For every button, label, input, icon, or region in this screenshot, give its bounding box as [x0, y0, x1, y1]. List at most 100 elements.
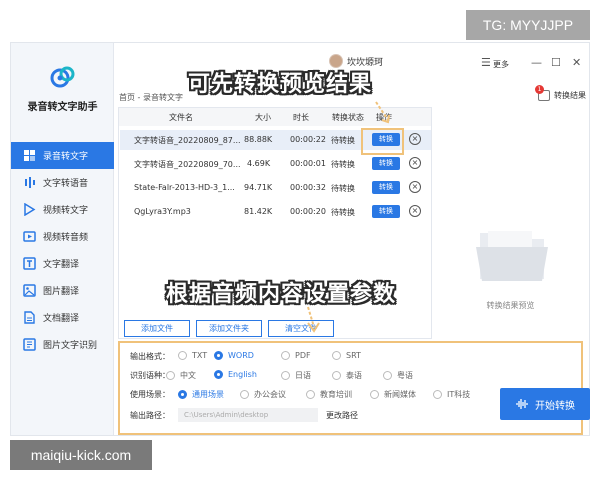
table-row[interactable]: QgLyra3Y.mp3 81.42K 00:00:20 待转换 转换 ×	[120, 202, 431, 222]
radio-icon	[332, 351, 341, 360]
option-label: TXT	[192, 351, 208, 360]
more-button[interactable]: 更多	[493, 59, 509, 70]
radio-icon	[166, 371, 175, 380]
app-logo-icon	[50, 66, 75, 88]
option-label: 日语	[295, 371, 311, 380]
file-name: 文字转语音_20220809_70...	[134, 160, 241, 169]
table-row[interactable]: 文字转语音_20220809_70... 4.69K 00:00:01 待转换 …	[120, 154, 431, 174]
result-count-badge: 1	[535, 85, 544, 94]
nav-label: 文字转语音	[43, 179, 89, 189]
option-label: IT科技	[447, 390, 471, 399]
change-path-button[interactable]: 更改路径	[326, 410, 358, 421]
voice-icon	[22, 176, 36, 190]
scene-option-it[interactable]: IT科技	[433, 389, 470, 400]
format-option-txt[interactable]: TXT	[178, 351, 207, 360]
app-name: 录音转文字助手	[27, 102, 98, 113]
close-icon[interactable]: ✕	[572, 57, 581, 69]
file-status: 待转换	[331, 184, 355, 193]
language-option-english[interactable]: English	[214, 370, 257, 379]
tg-watermark: TG: MYYJJPP	[466, 10, 590, 40]
nav-item-video-to-text[interactable]: 视频转文字	[11, 196, 114, 223]
output-path-field[interactable]: C:\Users\Admin\desktop	[178, 408, 318, 422]
result-preview-label: 转换结果预览	[486, 301, 535, 310]
column-header: 大小	[255, 113, 271, 122]
language-option-cantonese[interactable]: 粤语	[383, 370, 413, 381]
option-label: WORD	[228, 351, 254, 360]
option-label: English	[228, 370, 257, 379]
file-duration: 00:00:20	[290, 207, 326, 216]
nav-item-video-to-audio[interactable]: 视频转音频	[11, 223, 114, 250]
annotation-preview-tip: 可先转换预览结果	[188, 72, 373, 97]
video-audio-icon	[22, 230, 36, 244]
option-label: 粤语	[397, 371, 413, 380]
radio-icon	[214, 370, 223, 379]
table-row[interactable]: State-Falr-2013-HD-3_1... 94.71K 00:00:3…	[120, 178, 431, 198]
add-file-button[interactable]: 添加文件	[124, 320, 190, 337]
language-option-thai[interactable]: 泰语	[332, 370, 362, 381]
ocr-icon	[22, 338, 36, 352]
delete-icon[interactable]: ×	[409, 133, 421, 145]
option-label: 中文	[180, 371, 196, 380]
format-option-srt[interactable]: SRT	[332, 351, 361, 360]
start-convert-button[interactable]: 开始转换	[500, 388, 590, 420]
annotation-settings-tip: 根据音频内容设置参数	[166, 282, 397, 307]
minimize-icon[interactable]: —	[531, 57, 542, 69]
option-label: SRT	[346, 351, 361, 360]
arrow-down-icon	[375, 101, 390, 124]
radio-icon	[306, 390, 315, 399]
nav-item-document-translate[interactable]: 文档翻译	[11, 304, 114, 331]
delete-icon[interactable]: ×	[409, 205, 421, 217]
nav-item-record-to-text[interactable]: 录音转文字	[11, 142, 114, 169]
delete-icon[interactable]: ×	[409, 181, 421, 193]
record-icon	[22, 149, 36, 163]
option-label: 泰语	[346, 371, 362, 380]
output-path-label: 输出路径：	[130, 411, 170, 420]
nav-item-image-ocr[interactable]: 图片文字识别	[11, 331, 114, 358]
file-size: 4.69K	[247, 159, 271, 168]
scene-option-office[interactable]: 办公会议	[240, 389, 286, 400]
scene-option-news[interactable]: 新闻媒体	[370, 389, 416, 400]
delete-icon[interactable]: ×	[409, 157, 421, 169]
menu-icon[interactable]: ☰	[481, 57, 491, 69]
arrow-down-icon	[307, 306, 320, 333]
radio-icon	[178, 351, 187, 360]
site-watermark: maiqiu-kick.com	[10, 440, 152, 470]
file-size: 81.42K	[244, 207, 273, 216]
nav-label: 视频转音频	[43, 233, 89, 243]
nav-item-image-translate[interactable]: 图片翻译	[11, 277, 114, 304]
scene-row: 使用场景：	[130, 389, 176, 400]
language-option-chinese[interactable]: 中文	[166, 370, 196, 381]
output-format-row: 输出格式：	[130, 351, 176, 362]
sidebar: 录音转文字助手 录音转文字 文字转语音 视频转文字 视频转音频 文字翻译 图片翻…	[11, 43, 114, 435]
format-option-pdf[interactable]: PDF	[281, 351, 311, 360]
scene-option-general[interactable]: 通用场景	[178, 389, 224, 400]
breadcrumb: 首页 - 录音转文字	[119, 93, 183, 102]
nav-label: 录音转文字	[43, 152, 89, 162]
nav-item-text-translate[interactable]: 文字翻译	[11, 250, 114, 277]
format-option-word[interactable]: WORD	[214, 351, 254, 360]
add-folder-button[interactable]: 添加文件夹	[196, 320, 262, 337]
conversion-result-button[interactable]: 1 转换结果	[535, 85, 586, 101]
nav-item-text-to-voice[interactable]: 文字转语音	[11, 169, 114, 196]
radio-icon	[383, 371, 392, 380]
option-label: PDF	[295, 351, 311, 360]
option-label: 办公会议	[254, 390, 286, 399]
radio-icon	[178, 390, 187, 399]
radio-icon	[281, 371, 290, 380]
image-translate-icon	[22, 284, 36, 298]
empty-folder-icon	[476, 231, 548, 281]
scene-option-education[interactable]: 教育培训	[306, 389, 352, 400]
screenshot: TG: MYYJJPP 录音转文字助手 录音转文字 文字转语音 视频转文字 视频…	[0, 0, 600, 480]
translate-icon	[22, 257, 36, 271]
file-size: 94.71K	[244, 183, 273, 192]
convert-button[interactable]: 转换	[372, 157, 400, 170]
conversion-result-label: 转换结果	[554, 91, 586, 100]
maximize-icon[interactable]: ☐	[551, 57, 561, 69]
scene-label: 使用场景：	[130, 390, 170, 399]
convert-button[interactable]: 转换	[372, 205, 400, 218]
radio-icon	[433, 390, 442, 399]
convert-button[interactable]: 转换	[372, 181, 400, 194]
column-header: 文件名	[169, 113, 193, 122]
column-header: 转换状态	[332, 113, 364, 122]
language-option-japanese[interactable]: 日语	[281, 370, 311, 381]
